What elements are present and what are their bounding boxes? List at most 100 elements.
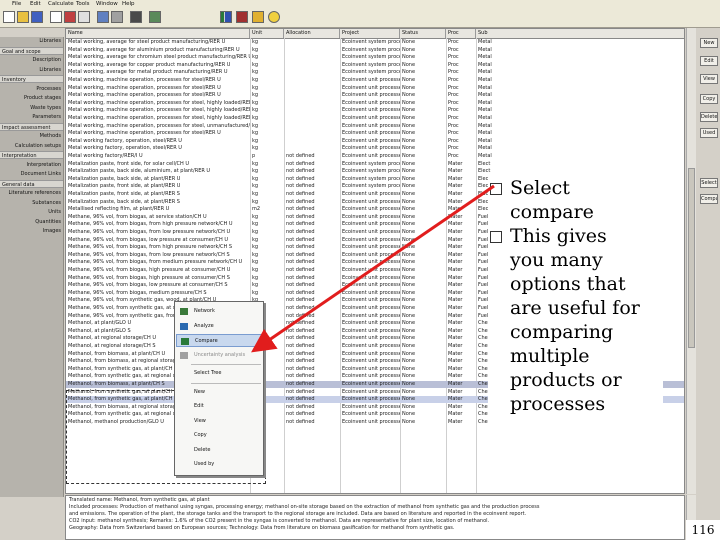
- side-button-3[interactable]: Copy: [700, 94, 718, 104]
- side-button-2[interactable]: View: [700, 74, 718, 84]
- context-menu-item-10[interactable]: Used by: [176, 458, 262, 471]
- menu-2[interactable]: Calculate: [48, 1, 74, 8]
- table-cell: None: [402, 343, 416, 349]
- nav-item-16[interactable]: Literature references: [0, 189, 63, 197]
- column-header-3[interactable]: Project: [340, 29, 400, 38]
- context-menu-item-6[interactable]: Edit: [176, 400, 262, 413]
- nav-item-17[interactable]: Substances: [0, 199, 63, 207]
- nav-item-8[interactable]: Parameters: [0, 113, 63, 121]
- side-button-4[interactable]: Delete: [700, 112, 718, 122]
- column-header-4[interactable]: Status: [400, 29, 446, 38]
- nav-item-5[interactable]: Processes: [0, 85, 63, 93]
- side-button-7[interactable]: Compare: [700, 194, 718, 204]
- table-row[interactable]: Metal working factory, operation, steel/…: [66, 145, 684, 152]
- column-header-0[interactable]: Name: [66, 29, 250, 38]
- table-cell: None: [402, 358, 416, 365]
- context-menu-item-2[interactable]: Compare: [176, 334, 262, 347]
- context-menu-item-1[interactable]: Analyze: [176, 320, 262, 333]
- nav-item-6[interactable]: Product stages: [0, 94, 63, 102]
- table-row[interactable]: Metal working, machine operation, proces…: [66, 92, 684, 99]
- undo-icon[interactable]: [97, 11, 109, 23]
- context-menu-item-8[interactable]: Copy: [176, 429, 262, 442]
- side-button-0[interactable]: New: [700, 38, 718, 48]
- table-row[interactable]: Metal working, machine operation, proces…: [66, 100, 684, 107]
- table-cell: Mater: [448, 388, 463, 395]
- nav-item-2[interactable]: Description: [0, 56, 63, 64]
- nav-item-1[interactable]: Goal and scope: [0, 46, 63, 55]
- nav-item-14[interactable]: Document Links: [0, 170, 63, 178]
- table-cell: Methane, 96% vol, from biogas, high pres…: [68, 274, 230, 281]
- nav-item-15[interactable]: General data: [0, 179, 63, 188]
- table-cell: not defined: [286, 365, 315, 372]
- scrollbar-thumb[interactable]: [688, 168, 695, 348]
- save-icon[interactable]: [31, 11, 43, 23]
- table-row[interactable]: Metal working, average for steel product…: [66, 39, 684, 46]
- nav-item-13[interactable]: Interpretation: [0, 161, 63, 169]
- table-row[interactable]: Metal working, machine operation, proces…: [66, 107, 684, 114]
- nav-item-19[interactable]: Quantities: [0, 218, 63, 226]
- nav-item-7[interactable]: Waste types: [0, 104, 63, 112]
- context-menu-item-7[interactable]: View: [176, 415, 262, 428]
- menu-4[interactable]: Window: [96, 1, 118, 8]
- table-row[interactable]: Metalization paste, front side, for sola…: [66, 161, 684, 168]
- nav-item-3[interactable]: Libraries: [0, 66, 63, 74]
- menu-3[interactable]: Tools: [76, 1, 90, 8]
- table-row[interactable]: Metal working factory/RER/I U p not define…: [66, 153, 684, 160]
- chart-icon[interactable]: [220, 11, 232, 23]
- context-menu-item-9[interactable]: Delete: [176, 444, 262, 457]
- table-row[interactable]: Metal working, average for copper produc…: [66, 62, 684, 69]
- table-cell: not defined: [286, 289, 315, 296]
- calculate-icon[interactable]: [130, 11, 142, 23]
- table-row[interactable]: Metal working, average for metal product…: [66, 69, 684, 76]
- table-row[interactable]: Metal working, machine operation, proces…: [66, 115, 684, 122]
- paste-icon[interactable]: [78, 11, 90, 23]
- table-row[interactable]: Metal working, machine operation, proces…: [66, 123, 684, 130]
- copy-icon[interactable]: [50, 11, 62, 23]
- table-cell: Mater: [448, 236, 463, 243]
- table-cell: Proc: [448, 39, 459, 45]
- context-menu-item-5[interactable]: New: [176, 386, 262, 399]
- nav-item-20[interactable]: Images: [0, 227, 63, 235]
- menu-0[interactable]: File: [12, 1, 21, 8]
- column-header-1[interactable]: Unit: [250, 29, 284, 38]
- new-icon[interactable]: [3, 11, 15, 23]
- table-scrollbar[interactable]: [686, 28, 696, 494]
- nav-item-9[interactable]: Impact assessment: [0, 122, 63, 131]
- table-row[interactable]: Metal working, average for chromium stee…: [66, 54, 684, 61]
- table-cell: not defined: [286, 381, 315, 387]
- nav-item-10[interactable]: Methods: [0, 132, 63, 140]
- context-menu-item-0[interactable]: Network: [176, 305, 262, 318]
- column-header-6[interactable]: Sub: [476, 29, 684, 38]
- folder-icon[interactable]: [252, 11, 264, 23]
- nav-item-11[interactable]: Calculation setups: [0, 142, 63, 150]
- table-cell: Ecoinvent unit processes: [342, 365, 400, 372]
- database-icon[interactable]: [236, 11, 248, 23]
- nav-item-0[interactable]: Libraries: [0, 37, 63, 45]
- nav-item-12[interactable]: Interpretation: [0, 151, 63, 159]
- side-button-6[interactable]: Select: [700, 178, 718, 188]
- side-button-1[interactable]: Edit: [700, 56, 718, 66]
- column-header-2[interactable]: Allocation: [284, 29, 340, 38]
- table-cell: None: [402, 335, 416, 342]
- context-menu-item-4[interactable]: Select Tree: [176, 367, 262, 380]
- nav-item-4[interactable]: Inventory: [0, 75, 63, 83]
- find-icon[interactable]: [111, 11, 123, 23]
- menu-5[interactable]: Help: [122, 1, 135, 8]
- table-row[interactable]: Metal working, machine operation, proces…: [66, 84, 684, 92]
- table-cell: Metal working, machine operation, proces…: [68, 84, 221, 91]
- context-menu-item-3[interactable]: Uncertainty analysis: [176, 349, 262, 362]
- table-row[interactable]: Metal working, average for aluminium pro…: [66, 47, 684, 54]
- cut-icon[interactable]: [64, 11, 76, 23]
- table-cell: Metal: [478, 115, 492, 121]
- table-row[interactable]: Metal working factory, operation, steel/…: [66, 138, 684, 145]
- table-row[interactable]: Metal working, machine operation, proces…: [66, 77, 684, 84]
- table-row[interactable]: Metal working, machine operation, proces…: [66, 130, 684, 137]
- side-button-5[interactable]: Used by: [700, 128, 718, 138]
- check-icon[interactable]: [149, 11, 161, 23]
- column-header-5[interactable]: Proc: [446, 29, 476, 38]
- open-icon[interactable]: [17, 11, 29, 23]
- home-icon[interactable]: [268, 11, 280, 23]
- menu-1[interactable]: Edit: [30, 1, 41, 8]
- table-cell: Methane, 96% vol, from biogas, at servic…: [68, 213, 207, 220]
- nav-item-18[interactable]: Units: [0, 208, 63, 216]
